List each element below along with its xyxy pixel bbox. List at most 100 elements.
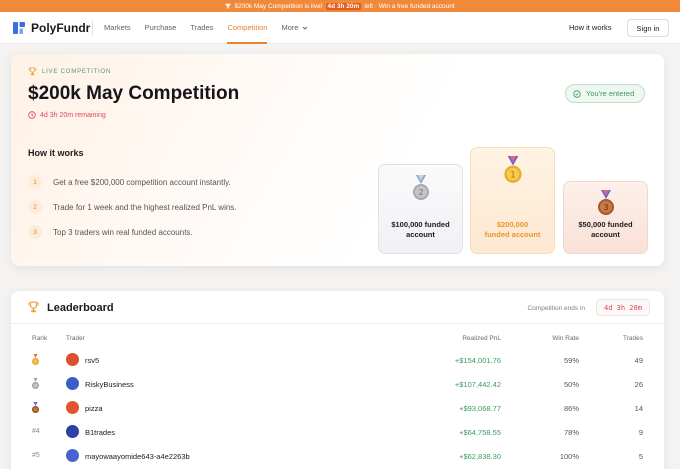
prize-desc: account: [406, 230, 435, 239]
time-remaining-label: 4d 3h 20m remaining: [40, 111, 106, 119]
trophy-icon: [28, 67, 37, 76]
banner-prefix: $200k May Competition is live!: [234, 2, 323, 10]
prize-card-second: 2 $100,000 funded account: [378, 164, 463, 254]
time-remaining: 4d 3h 20m remaining: [28, 111, 106, 119]
rank-number: #4: [32, 428, 40, 435]
top-nav: PolyFundr Markets Purchase Trades Compet…: [0, 12, 680, 44]
trader-name[interactable]: B1trades: [85, 428, 115, 437]
step-text: Trade for 1 week and the highest realize…: [53, 202, 237, 212]
column-header-trader: Trader: [66, 335, 85, 342]
entered-status-badge: You're entered: [565, 84, 646, 103]
leaderboard-header: Leaderboard: [27, 301, 114, 314]
competition-ends-label: Competition ends in: [527, 305, 585, 312]
realized-pnl: +$64,758.55: [459, 428, 501, 437]
win-rate: 78%: [563, 428, 579, 437]
leaderboard-title: Leaderboard: [47, 301, 114, 314]
trade-count: 5: [638, 452, 643, 461]
bronze-medal-icon: [32, 402, 39, 413]
trader-name[interactable]: pizza: [85, 404, 103, 413]
bronze-medal-icon: 3: [597, 190, 614, 215]
realized-pnl: +$62,838.30: [459, 452, 501, 461]
column-header-trades[interactable]: Trades: [591, 335, 643, 342]
trader-name[interactable]: RiskyBusiness: [85, 380, 134, 389]
avatar: [66, 401, 79, 414]
trade-count: 49: [634, 356, 643, 365]
trade-count: 14: [634, 404, 643, 413]
win-rate: 86%: [563, 404, 579, 413]
nav-more-label: More: [281, 23, 299, 32]
medal-number: 1: [510, 170, 515, 180]
prize-card-third: 3 $50,000 funded account: [563, 181, 648, 254]
step-number: 1: [28, 175, 42, 189]
prize-amount: $200,000: [496, 220, 529, 229]
trade-count: 9: [638, 428, 643, 437]
trophy-icon: [28, 301, 39, 313]
win-rate: 100%: [559, 452, 579, 461]
leaderboard-card: Leaderboard Competition ends in 4d 3h 20…: [11, 291, 664, 469]
step-item: 2 Trade for 1 week and the highest reali…: [28, 200, 237, 214]
competition-ends-timer: 4d 3h 20m: [596, 299, 650, 316]
medal-number: 3: [603, 203, 608, 212]
trader-name[interactable]: mayowaayomide643-a4e2263b: [85, 452, 190, 461]
silver-medal-icon: 2: [412, 175, 429, 200]
table-row[interactable]: #5 mayowaayomide643-a4e2263b +$62,838.30…: [11, 444, 664, 468]
nav-link-purchase[interactable]: Purchase: [145, 12, 177, 44]
column-header-rank: Rank: [32, 335, 48, 342]
realized-pnl: +$93,068.77: [459, 404, 501, 413]
nav-links: Markets Purchase Trades Competition More: [104, 12, 322, 44]
chevron-down-icon: [302, 26, 307, 30]
rank-number: #5: [32, 452, 40, 459]
competition-card: LIVE COMPETITION $200k May Competition 4…: [11, 54, 664, 266]
avatar: [66, 425, 79, 438]
table-row[interactable]: rsv5 +$154,001.76 59% 49: [11, 348, 664, 372]
brand-logo[interactable]: PolyFundr: [12, 21, 90, 35]
promo-banner[interactable]: $200k May Competition is live! 4d 3h 20m…: [0, 0, 680, 12]
win-rate: 50%: [563, 380, 579, 389]
sign-in-button[interactable]: Sign in: [627, 19, 669, 37]
entered-label: You're entered: [586, 89, 635, 98]
silver-medal-icon: [32, 378, 39, 389]
win-rate: 59%: [563, 356, 579, 365]
step-number: 3: [28, 225, 42, 239]
how-it-works-link[interactable]: How it works: [569, 12, 612, 44]
column-header-winrate[interactable]: Win Rate: [511, 335, 579, 342]
check-circle-icon: [573, 89, 581, 98]
nav-link-trades[interactable]: Trades: [190, 12, 213, 44]
brand-name: PolyFundr: [31, 21, 91, 35]
nav-more-dropdown[interactable]: More: [281, 12, 307, 44]
divider: [11, 323, 664, 324]
polyfundr-logo-icon: [13, 22, 25, 34]
gold-medal-icon: [32, 354, 39, 365]
nav-divider: [92, 21, 93, 35]
live-tag-label: LIVE COMPETITION: [42, 68, 112, 75]
clock-icon: [28, 111, 36, 119]
step-item: 1 Get a free $200,000 competition accoun…: [28, 175, 231, 189]
competition-title: $200k May Competition: [28, 83, 240, 104]
column-header-pnl[interactable]: Realized PnL: [391, 335, 501, 342]
how-it-works-heading: How it works: [28, 148, 84, 158]
banner-suffix: left · Win a free funded account: [364, 2, 455, 10]
live-competition-tag: LIVE COMPETITION: [28, 67, 111, 76]
trade-count: 26: [634, 380, 643, 389]
gold-medal-icon: 1: [503, 156, 522, 183]
prize-desc: account: [591, 230, 620, 239]
prize-amount: $100,000 funded: [391, 220, 450, 229]
table-row[interactable]: #4 B1trades +$64,758.55 78% 9: [11, 420, 664, 444]
medal-number: 2: [418, 188, 423, 197]
trophy-icon: [225, 3, 232, 9]
avatar: [66, 353, 79, 366]
trader-name[interactable]: rsv5: [85, 356, 99, 365]
avatar: [66, 377, 79, 390]
realized-pnl: +$154,001.76: [454, 356, 501, 365]
prize-card-first: 1 $200,000 funded account: [470, 147, 555, 254]
nav-link-markets[interactable]: Markets: [104, 12, 131, 44]
realized-pnl: +$107,442.42: [454, 380, 501, 389]
step-text: Get a free $200,000 competition account …: [53, 177, 231, 187]
step-number: 2: [28, 200, 42, 214]
table-row[interactable]: RiskyBusiness +$107,442.42 50% 26: [11, 372, 664, 396]
table-row[interactable]: pizza +$93,068.77 86% 14: [11, 396, 664, 420]
prize-amount: $50,000 funded: [578, 220, 633, 229]
step-item: 3 Top 3 traders win real funded accounts…: [28, 225, 193, 239]
avatar: [66, 449, 79, 462]
nav-link-competition[interactable]: Competition: [227, 12, 268, 44]
